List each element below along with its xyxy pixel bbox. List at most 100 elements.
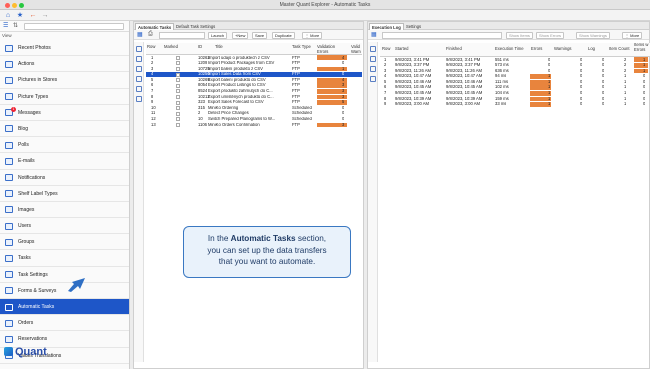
cell-task-type: FTP xyxy=(292,55,300,60)
col-marked[interactable]: Marked xyxy=(164,44,178,50)
more-button[interactable]: ⋮ More xyxy=(302,31,323,39)
back-arrow-icon[interactable]: ← xyxy=(29,12,37,20)
sidebar-item-groups[interactable]: Groups xyxy=(0,234,129,251)
sidebar-item-recent-photos[interactable]: Recent Photos xyxy=(0,40,129,57)
marked-checkbox[interactable] xyxy=(176,89,180,94)
sidebar-item-tasks[interactable]: Tasks xyxy=(0,250,129,267)
sidebar-item-label: Shelf Label Types xyxy=(18,190,58,197)
marked-checkbox[interactable] xyxy=(176,94,180,99)
sidebar-item-pictures-in-stores[interactable]: Pictures in Stores xyxy=(0,72,129,89)
sidebar-item-actions[interactable]: Actions xyxy=(0,56,129,73)
log-filter-icon[interactable] xyxy=(370,46,376,52)
print-icon[interactable]: ⎙ xyxy=(148,31,153,38)
cell-warnings: 0 xyxy=(580,91,583,96)
log-grid-icon[interactable]: ▦ xyxy=(371,31,377,38)
sidebar-item-shelf-label-types[interactable]: Shelf Label Types xyxy=(0,186,129,202)
forward-arrow-icon[interactable]: → xyxy=(41,12,49,20)
filter-icon[interactable] xyxy=(136,46,142,52)
log-excel-icon[interactable] xyxy=(370,66,376,72)
automatic-tasks-icon xyxy=(5,303,13,311)
col-item-count[interactable]: Item Count xyxy=(609,46,629,52)
cell-title: Export produktů zahrnutých do C... xyxy=(208,89,273,94)
marked-checkbox[interactable] xyxy=(176,61,180,66)
col-title[interactable]: Title xyxy=(215,44,223,50)
export-icon[interactable] xyxy=(136,66,142,72)
tab-automatic-tasks[interactable]: Automatic Tasks xyxy=(135,23,175,30)
sidebar-item-polls[interactable]: Polls xyxy=(0,137,129,154)
chart-icon[interactable] xyxy=(136,96,142,102)
marked-checkbox[interactable] xyxy=(176,78,180,83)
log-search-input[interactable] xyxy=(382,31,502,39)
col-warnings[interactable]: Warnings xyxy=(554,46,572,52)
show-items-button[interactable]: Show Items xyxy=(506,31,533,39)
col-id[interactable]: ID xyxy=(198,44,202,50)
col-started[interactable]: Started xyxy=(395,46,409,52)
sidebar-toggle-icon[interactable]: ☰ xyxy=(3,22,8,29)
show-warnings-button[interactable]: Show Warnings xyxy=(576,31,610,39)
duplicate-button[interactable]: Duplicate xyxy=(272,31,295,39)
col-execution-time[interactable]: Execution Time xyxy=(495,46,524,52)
launch-button[interactable]: Launch xyxy=(208,31,228,39)
cell-task-type: Scheduled xyxy=(292,111,312,116)
sidebar-item-forms-surveys[interactable]: Forms & Surveys xyxy=(0,283,129,299)
marked-checkbox[interactable] xyxy=(176,100,180,105)
star-icon[interactable]: ★ xyxy=(16,12,24,20)
save-button[interactable]: Save xyxy=(252,31,268,39)
sidebar-item-label: Recent Photos xyxy=(18,45,51,51)
col-errors[interactable]: Errors xyxy=(531,46,542,52)
callout-highlight: Automatic Tasks xyxy=(230,234,296,243)
col-finished[interactable]: Finished xyxy=(446,46,462,52)
refresh-icon[interactable] xyxy=(136,86,142,92)
sidebar-item-automatic-tasks[interactable]: Automatic Tasks xyxy=(0,299,129,316)
tab-default-task-settings[interactable]: Default Task Settings xyxy=(174,23,217,30)
grid-view-icon[interactable]: ▦ xyxy=(137,31,143,38)
cell-warnings: 0 xyxy=(580,102,583,107)
home-icon[interactable]: ⌂ xyxy=(4,12,12,20)
excel-icon[interactable] xyxy=(136,76,142,82)
sidebar-item-label: Groups xyxy=(18,239,35,246)
sidebar-item-picture-types[interactable]: Picture Types xyxy=(0,89,129,105)
col-row[interactable]: Row xyxy=(147,44,155,50)
task-search-input[interactable] xyxy=(159,31,205,39)
log-refresh-icon[interactable] xyxy=(370,76,376,82)
sidebar-item-notifications[interactable]: Notifications xyxy=(0,170,129,186)
col-validation-errors[interactable]: Validation Errors xyxy=(317,44,347,54)
marked-checkbox[interactable] xyxy=(176,111,180,116)
sidebar-item-e-mails[interactable]: E-mails xyxy=(0,153,129,170)
sidebar-item-blog[interactable]: Blog xyxy=(0,121,129,138)
col-items-with-errors[interactable]: Items w Errors xyxy=(634,42,650,52)
sidebar-item-orders[interactable]: Orders xyxy=(0,315,129,332)
col-valid-warn[interactable]: Valid Warn xyxy=(351,44,363,54)
marked-checkbox[interactable] xyxy=(176,83,180,88)
log-export-icon[interactable] xyxy=(370,56,376,62)
log-more-label: More xyxy=(630,32,640,38)
cell-items: 2 xyxy=(624,68,627,73)
sidebar-item-users[interactable]: Users xyxy=(0,218,129,235)
marked-checkbox[interactable] xyxy=(176,66,180,71)
marked-checkbox[interactable] xyxy=(176,122,180,127)
sidebar-item-messages[interactable]: 1 Messages xyxy=(0,105,129,121)
log-row[interactable]: 9 9/8/2023, 3:00 AM 9/8/2023, 3:00 AM 33 ms… xyxy=(380,102,650,108)
marked-checkbox[interactable] xyxy=(176,72,180,77)
tab-settings[interactable]: Settings xyxy=(404,23,423,30)
show-errors-button[interactable]: Show Errors xyxy=(536,31,565,39)
tasks-table-body: 1 10262 Import údajů o produktech z CSV FTP… xyxy=(146,55,362,128)
sidebar-item-task-settings[interactable]: Task Settings xyxy=(0,267,129,283)
sort-icon[interactable]: ⇅ xyxy=(13,22,18,29)
log-more-button[interactable]: ⋮ More xyxy=(622,31,643,39)
marked-checkbox[interactable] xyxy=(176,117,180,122)
sidebar-item-images[interactable]: Images xyxy=(0,202,129,219)
col-task-type[interactable]: Task Type xyxy=(292,44,311,50)
cell-errors: 0 xyxy=(548,63,551,68)
new-button[interactable]: +New xyxy=(232,31,249,39)
columns-icon[interactable] xyxy=(136,56,142,62)
tasks-table: Row Marked ID Title Task Type Validation… xyxy=(146,43,362,128)
marked-checkbox[interactable] xyxy=(176,106,180,111)
sidebar-item-label: Forms & Surveys xyxy=(18,287,57,294)
col-log-row[interactable]: Row xyxy=(382,46,390,52)
table-row[interactable]: 13 1106 MiniKo Orders Confirmation FTP 3 xyxy=(146,122,362,128)
sidebar-search-input[interactable] xyxy=(24,23,124,30)
col-log[interactable]: Log xyxy=(588,46,595,52)
tab-execution-log[interactable]: Execution Log xyxy=(369,23,404,30)
marked-checkbox[interactable] xyxy=(176,55,180,60)
